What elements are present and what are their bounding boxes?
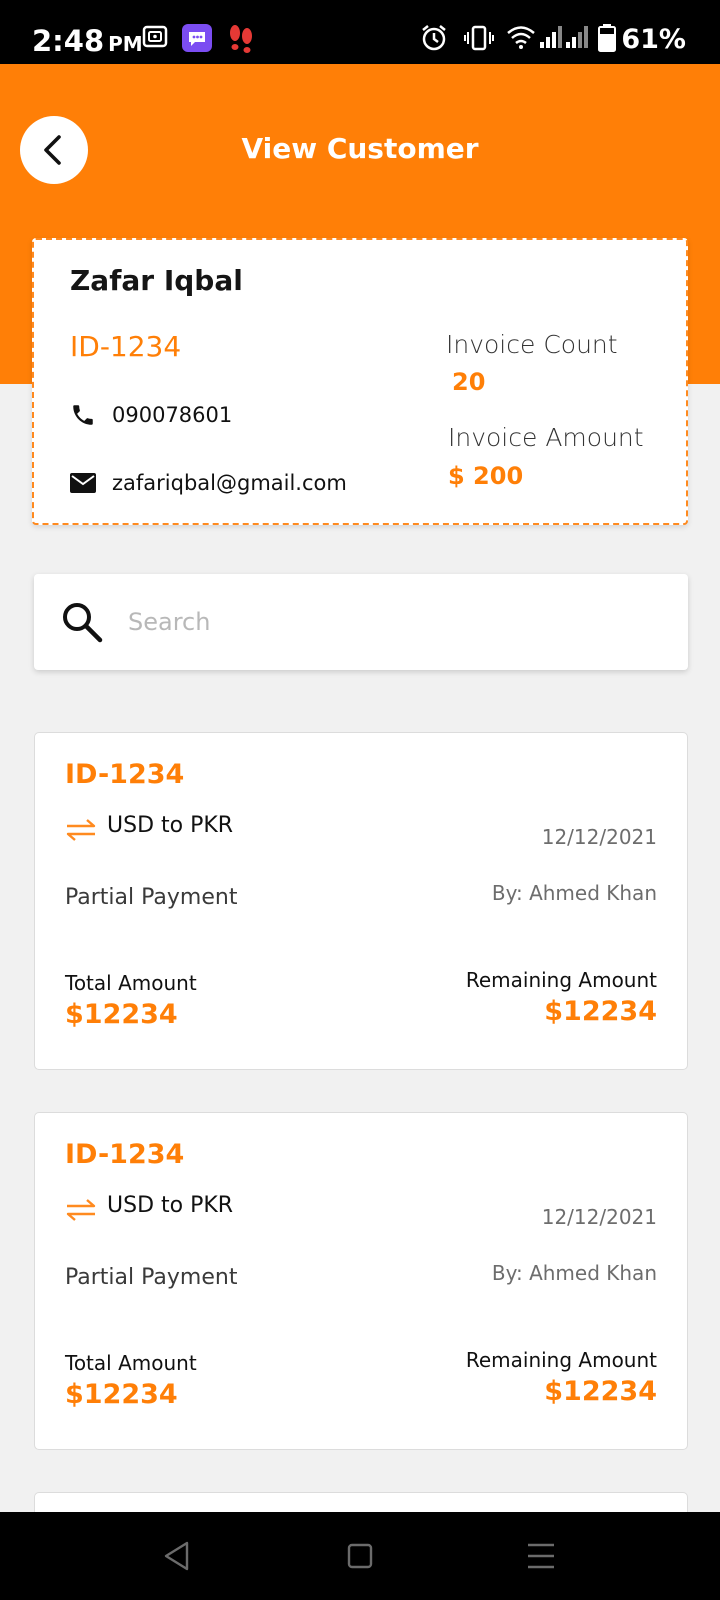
customer-phone[interactable]: 090078601 (112, 403, 232, 427)
invoice-id: ID-1234 (65, 759, 185, 790)
invoice-id: ID-1234 (65, 1139, 185, 1170)
signal-icon (540, 26, 588, 48)
footsteps-icon (230, 25, 252, 53)
chat-app-icon (182, 24, 212, 52)
invoice-payment-type: Partial Payment (65, 885, 238, 910)
battery-icon (598, 24, 616, 52)
total-amount-label: Total Amount (65, 971, 197, 995)
remaining-amount-value: $12234 (544, 1376, 657, 1407)
total-amount-label: Total Amount (65, 1351, 197, 1375)
invoice-amount-value: $ 200 (448, 462, 524, 490)
customer-id: ID-1234 (70, 330, 182, 363)
status-time: 2:48 PM (32, 24, 143, 58)
invoice-date: 12/12/2021 (541, 1205, 657, 1229)
customer-email[interactable]: zafariqbal@gmail.com (112, 471, 347, 495)
phone-icon (73, 405, 93, 425)
status-bar: 2:48 PM 61% (0, 0, 720, 64)
invoice-count-value: 20 (452, 368, 486, 396)
total-amount-value: $12234 (65, 999, 178, 1030)
invoice-date: 12/12/2021 (541, 825, 657, 849)
navigation-bar (0, 1512, 720, 1600)
invoice-currency: USD to PKR (107, 1193, 234, 1218)
customer-card: Zafar Iqbal ID-1234 090078601 zafariqbal… (32, 238, 688, 525)
nav-home-icon[interactable] (346, 1540, 374, 1572)
exchange-arrows-icon (66, 819, 96, 841)
mail-icon (70, 473, 96, 493)
exchange-arrows-icon (66, 1199, 96, 1221)
invoice-card[interactable]: ID-1234 USD to PKR 12/12/2021 Partial Pa… (34, 732, 688, 1070)
customer-name: Zafar Iqbal (70, 264, 243, 297)
invoice-currency: USD to PKR (107, 813, 234, 838)
invoice-payment-type: Partial Payment (65, 1265, 238, 1290)
vibrate-icon (464, 25, 494, 51)
invoice-card[interactable]: ID-1234 USD to PKR 12/12/2021 Partial Pa… (34, 1112, 688, 1450)
nav-menu-icon[interactable] (526, 1540, 556, 1572)
search-box[interactable] (34, 574, 688, 670)
remaining-amount-value: $12234 (544, 996, 657, 1027)
invoice-created-by: By: Ahmed Khan (491, 1261, 657, 1285)
battery-percent: 61% (621, 24, 686, 55)
invoice-created-by: By: Ahmed Khan (491, 881, 657, 905)
search-input[interactable] (128, 602, 648, 642)
remaining-amount-label: Remaining Amount (465, 1348, 657, 1372)
remaining-amount-label: Remaining Amount (465, 968, 657, 992)
alarm-icon (422, 25, 446, 51)
invoice-amount-label: Invoice Amount (448, 423, 644, 452)
page-title: View Customer (241, 132, 479, 165)
nav-back-icon[interactable] (162, 1540, 192, 1572)
invoice-count-label: Invoice Count (446, 330, 618, 359)
wifi-icon (507, 26, 535, 49)
search-icon[interactable] (60, 600, 104, 644)
total-amount-value: $12234 (65, 1379, 178, 1410)
vault-icon (142, 25, 168, 48)
